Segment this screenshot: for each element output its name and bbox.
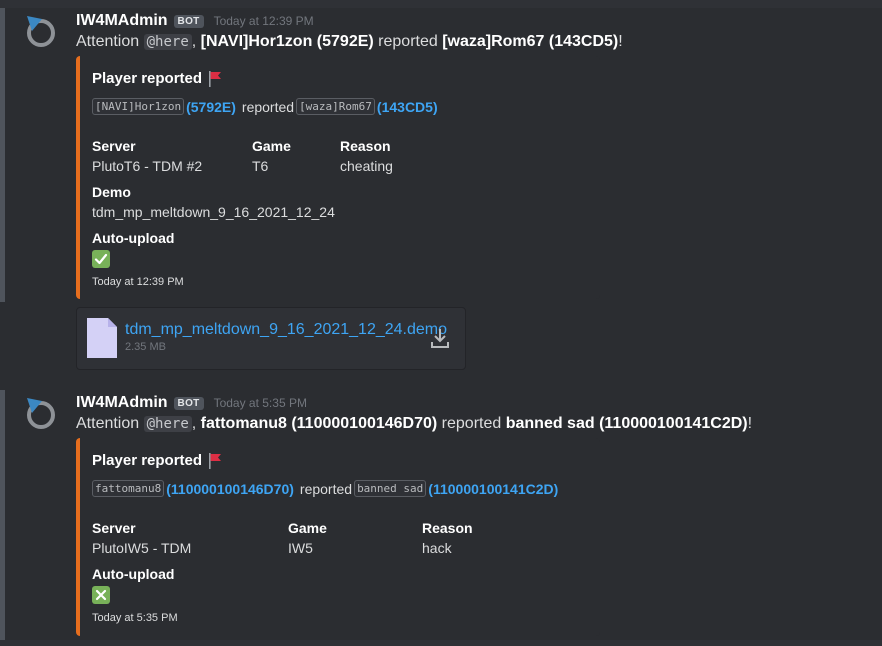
content-verb: reported (373, 33, 443, 50)
reported-id-link[interactable]: (110000100141C2D) (428, 481, 558, 497)
field-value: tdm_mp_meltdown_9_16_2021_12_24 (92, 204, 335, 220)
field-server: Server PlutoT6 - TDM #2 (92, 138, 202, 174)
field-value: hack (422, 540, 452, 556)
red-flag-icon (209, 70, 222, 87)
embed-description: [NAVI]Hor1zon (5792E) reported [waza]Rom… (92, 98, 442, 115)
field-name: Game (252, 138, 291, 154)
check-mark-icon (92, 250, 110, 268)
embed-title: Player reported (92, 70, 222, 87)
file-size: 2.35 MB (125, 341, 166, 353)
field-game: Game IW5 (288, 520, 327, 556)
message: IW4MAdmin BOT Today at 5:35 PM Attention… (0, 390, 882, 640)
message: IW4MAdmin BOT Today at 12:39 PM Attentio… (0, 8, 882, 302)
description-verb: reported (241, 98, 295, 115)
username[interactable]: IW4MAdmin (76, 12, 168, 30)
content-verb: reported (437, 415, 506, 432)
message-content: Attention @here, [NAVI]Hor1zon (5792E) r… (76, 33, 623, 51)
attachment-row: tdm_mp_meltdown_9_16_2021_12_24.demo 2.3… (0, 302, 882, 390)
avatar[interactable] (24, 14, 58, 48)
field-reason: Reason hack (422, 520, 473, 556)
field-auto-upload: Auto-upload (92, 230, 174, 268)
message-timestamp[interactable]: Today at 12:39 PM (214, 14, 314, 28)
field-name: Reason (340, 138, 391, 154)
reported-code: [waza]Rom67 (296, 98, 375, 115)
content-comma: , (191, 415, 201, 432)
field-value: PlutoIW5 - TDM (92, 540, 192, 556)
download-icon[interactable] (431, 328, 449, 348)
field-name: Reason (422, 520, 473, 536)
reported-name: banned sad (110000100141C2D) (505, 415, 748, 432)
here-mention[interactable]: @here (143, 416, 192, 432)
content-prefix: Attention (76, 33, 144, 50)
embed-footer: Today at 12:39 PM (92, 276, 184, 288)
message-highlight-bar (0, 8, 5, 302)
message-header: IW4MAdmin BOT Today at 12:39 PM (76, 10, 314, 32)
reporter-name: fattomanu8 (110000100146D70) (200, 415, 438, 432)
reporter-id-link[interactable]: (110000100146D70) (166, 481, 294, 497)
field-name: Server (92, 138, 136, 154)
field-demo: Demo tdm_mp_meltdown_9_16_2021_12_24 (92, 184, 335, 220)
reporter-name: [NAVI]Hor1zon (5792E) (200, 33, 374, 50)
field-game: Game T6 (252, 138, 291, 174)
embed-description: fattomanu8 (110000100146D70) reported ba… (92, 480, 562, 497)
message-content: Attention @here, fattomanu8 (11000010014… (76, 415, 752, 433)
reported-name: [waza]Rom67 (143CD5) (442, 33, 619, 50)
field-auto-upload: Auto-upload (92, 566, 174, 604)
bot-tag: BOT (173, 14, 204, 28)
reported-code: banned sad (354, 480, 427, 497)
content-prefix: Attention (76, 415, 144, 432)
file-name-link[interactable]: tdm_mp_meltdown_9_16_2021_12_24.demo (125, 321, 447, 339)
reporter-code: fattomanu8 (92, 480, 165, 497)
content-suffix: ! (618, 33, 623, 50)
content-comma: , (191, 33, 201, 50)
file-attachment[interactable]: tdm_mp_meltdown_9_16_2021_12_24.demo 2.3… (76, 307, 466, 370)
here-mention[interactable]: @here (143, 34, 192, 50)
report-embed: Player reported [NAVI]Hor1zon (5792E) re… (76, 56, 600, 299)
report-embed: Player reported fattomanu8 (110000100146… (76, 438, 600, 636)
field-server: Server PlutoIW5 - TDM (92, 520, 191, 556)
field-name: Demo (92, 184, 131, 200)
reported-id-link[interactable]: (143CD5) (377, 99, 438, 115)
field-value: PlutoT6 - TDM #2 (92, 158, 203, 174)
field-value: IW5 (288, 540, 313, 556)
username[interactable]: IW4MAdmin (76, 394, 168, 412)
field-name: Auto-upload (92, 230, 175, 246)
embed-title-text: Player reported (92, 70, 203, 87)
cross-mark-icon (92, 586, 110, 604)
content-suffix: ! (747, 415, 753, 432)
field-name: Auto-upload (92, 566, 175, 582)
avatar[interactable] (24, 396, 58, 430)
field-name: Server (92, 520, 136, 536)
field-reason: Reason cheating (340, 138, 393, 174)
embed-title-text: Player reported (92, 452, 203, 469)
reporter-id-link[interactable]: (5792E) (186, 99, 236, 115)
red-flag-icon (209, 452, 222, 469)
file-icon (87, 318, 117, 358)
embed-title: Player reported (92, 452, 222, 469)
reporter-code: [NAVI]Hor1zon (92, 98, 185, 115)
field-value: T6 (252, 158, 269, 174)
field-value: cheating (340, 158, 393, 174)
field-name: Game (288, 520, 327, 536)
description-verb: reported (299, 480, 353, 497)
embed-footer: Today at 5:35 PM (92, 612, 178, 624)
message-highlight-bar (0, 390, 5, 640)
message-header: IW4MAdmin BOT Today at 5:35 PM (76, 392, 307, 414)
bot-tag: BOT (173, 396, 204, 410)
message-timestamp[interactable]: Today at 5:35 PM (214, 396, 307, 410)
